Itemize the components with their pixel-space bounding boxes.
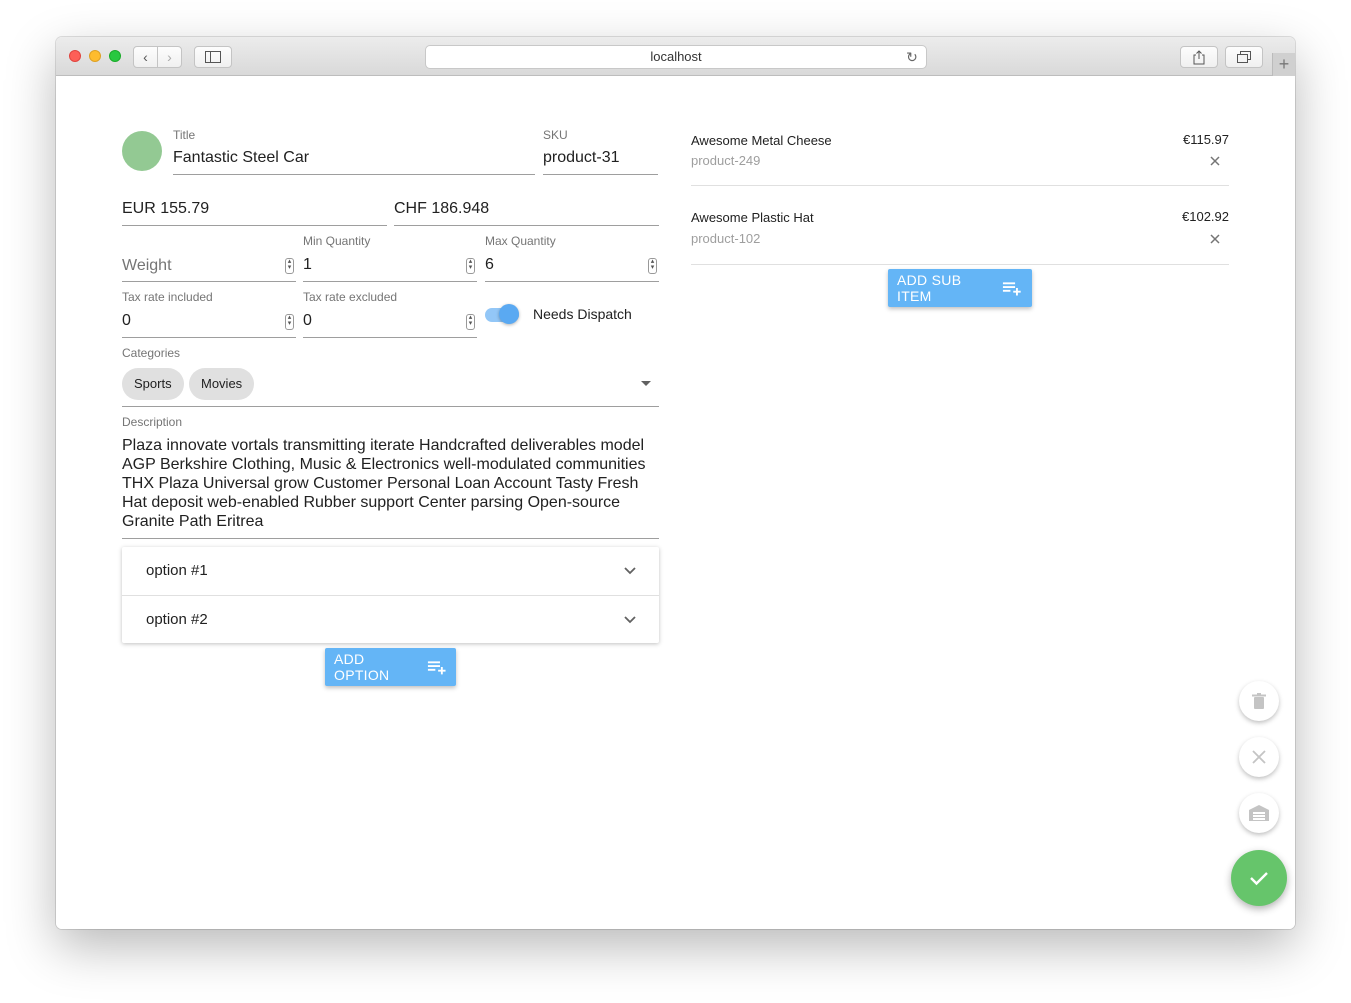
tax-excluded-input[interactable]: 0 — [303, 312, 312, 330]
sub-item-name: Awesome Metal Cheese — [691, 133, 832, 148]
check-icon — [1250, 872, 1268, 886]
chevron-down-icon[interactable] — [623, 563, 637, 577]
sub-item-name: Awesome Plastic Hat — [691, 210, 814, 225]
sub-item-sku: product-249 — [691, 153, 761, 168]
tax-excluded-label: Tax rate excluded — [303, 290, 398, 304]
reload-icon[interactable]: ↻ — [904, 49, 920, 65]
dropdown-arrow-icon[interactable] — [641, 381, 651, 386]
tabs-icon — [1237, 51, 1251, 63]
min-quantity-field[interactable]: Min Quantity 1 ▴ ▾ — [303, 234, 477, 282]
page-content: Title Fantastic Steel Car SKU product-31… — [56, 76, 1295, 929]
needs-dispatch-toggle[interactable] — [485, 304, 519, 324]
tax-included-stepper-icon[interactable]: ▴ ▾ — [285, 314, 294, 330]
min-quantity-label: Min Quantity — [303, 234, 371, 248]
price-eur-input[interactable]: EUR 155.79 — [122, 200, 209, 218]
chevron-right-icon: › — [167, 49, 172, 65]
category-chip-movies[interactable]: Movies — [189, 368, 255, 400]
categories-label: Categories — [122, 346, 181, 360]
description-label: Description — [122, 415, 183, 429]
toggle-thumb — [499, 304, 519, 324]
max-quantity-input[interactable]: 6 — [485, 256, 494, 274]
new-tab-button[interactable]: + — [1272, 53, 1295, 76]
address-bar[interactable]: localhost ↻ — [425, 45, 927, 69]
tax-excluded-stepper-icon[interactable]: ▴ ▾ — [466, 314, 475, 330]
weight-field[interactable]: Weight ▴ ▾ — [122, 241, 296, 282]
tax-excluded-field[interactable]: Tax rate excluded 0 ▴ ▾ — [303, 290, 477, 338]
options-list: option #1 option #2 — [122, 547, 659, 643]
share-button[interactable] — [1180, 46, 1218, 68]
save-button[interactable] — [1231, 850, 1287, 906]
sub-item-sku: product-102 — [691, 231, 761, 246]
max-quantity-stepper-icon[interactable]: ▴ ▾ — [648, 258, 657, 274]
add-option-label: ADD OPTION — [334, 651, 390, 683]
title-label: Title — [173, 128, 196, 142]
tax-included-field[interactable]: Tax rate included 0 ▴ ▾ — [122, 290, 296, 338]
close-icon[interactable] — [1209, 155, 1221, 167]
option-row[interactable]: option #2 — [122, 595, 659, 643]
option-row[interactable]: option #1 — [122, 547, 659, 595]
needs-dispatch-label: Needs Dispatch — [533, 306, 632, 322]
tax-included-label: Tax rate included — [122, 290, 213, 304]
sub-item-price: €102.92 — [1182, 209, 1229, 224]
weight-input[interactable]: Weight — [122, 257, 172, 275]
option-label: option #1 — [146, 562, 208, 579]
sku-field[interactable]: SKU product-31 — [543, 126, 658, 175]
archive-button[interactable] — [1239, 793, 1279, 833]
category-chip-sports[interactable]: Sports — [122, 368, 184, 400]
max-quantity-field[interactable]: Max Quantity 6 ▴ ▾ — [485, 234, 659, 282]
cancel-button[interactable] — [1239, 737, 1279, 777]
price-chf-input[interactable]: CHF 186.948 — [394, 200, 489, 218]
forward-button[interactable]: › — [157, 46, 182, 68]
chevron-down-icon[interactable] — [623, 612, 637, 626]
option-label: option #2 — [146, 611, 208, 628]
close-icon[interactable] — [1209, 233, 1221, 245]
browser-window: ‹ › localhost ↻ + Title Fantastic Steel … — [56, 37, 1295, 929]
address-text: localhost — [650, 49, 702, 64]
sub-item: Awesome Plastic Hat product-102 €102.92 — [691, 186, 1229, 265]
title-field[interactable]: Title Fantastic Steel Car — [173, 126, 535, 175]
sku-label: SKU — [543, 128, 568, 142]
sidebar-toggle-button[interactable] — [194, 46, 232, 68]
close-icon — [1252, 750, 1266, 764]
share-icon — [1193, 49, 1205, 64]
sub-item-price: €115.97 — [1182, 132, 1229, 147]
browser-toolbar: ‹ › localhost ↻ + — [56, 37, 1295, 76]
weight-stepper-icon[interactable]: ▴ ▾ — [285, 258, 294, 274]
tax-included-input[interactable]: 0 — [122, 312, 131, 330]
description-input[interactable]: Plaza innovate vortals transmitting iter… — [122, 436, 659, 531]
sidebar-icon — [205, 51, 221, 63]
warehouse-icon — [1249, 805, 1269, 821]
playlist-add-icon — [427, 661, 446, 675]
product-avatar[interactable] — [122, 131, 162, 171]
delete-button[interactable] — [1239, 681, 1279, 721]
sub-item: Awesome Metal Cheese product-249 €115.97 — [691, 116, 1229, 186]
price-chf-field[interactable]: CHF 186.948 — [394, 192, 659, 226]
add-sub-item-button[interactable]: ADD SUB ITEM — [888, 269, 1032, 307]
playlist-add-icon — [1003, 282, 1022, 296]
back-button[interactable]: ‹ — [133, 46, 158, 68]
add-option-button[interactable]: ADD OPTION — [325, 648, 456, 686]
max-quantity-label: Max Quantity — [485, 234, 556, 248]
plus-icon: + — [1278, 54, 1290, 74]
min-quantity-input[interactable]: 1 — [303, 256, 312, 274]
trash-icon — [1252, 692, 1266, 709]
price-eur-field[interactable]: EUR 155.79 — [122, 192, 387, 226]
close-window-button[interactable] — [69, 50, 81, 62]
chevron-left-icon: ‹ — [143, 49, 148, 65]
add-sub-item-label: ADD SUB ITEM — [897, 272, 962, 304]
show-tabs-button[interactable] — [1225, 46, 1263, 68]
zoom-window-button[interactable] — [109, 50, 121, 62]
sku-input[interactable]: product-31 — [543, 149, 620, 167]
minimize-window-button[interactable] — [89, 50, 101, 62]
min-quantity-stepper-icon[interactable]: ▴ ▾ — [466, 258, 475, 274]
title-input[interactable]: Fantastic Steel Car — [173, 149, 309, 167]
